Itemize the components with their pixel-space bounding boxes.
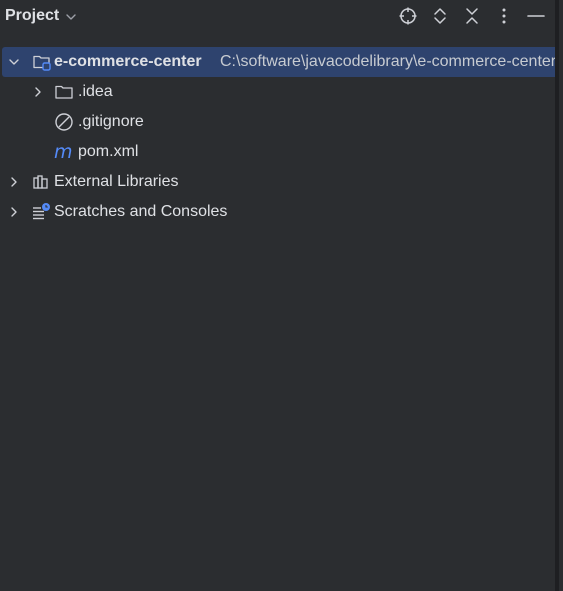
project-tree: e-commerce-center C:\software\javacodeli…: [0, 47, 559, 227]
tree-row-idea[interactable]: .idea: [0, 77, 559, 107]
locate-icon[interactable]: [397, 5, 419, 27]
more-options-icon[interactable]: [493, 5, 515, 27]
tree-row-scratches[interactable]: Scratches and Consoles: [0, 197, 559, 227]
panel-divider[interactable]: [555, 0, 559, 591]
project-tool-window: Project e-commerce-center C:\software\ja…: [0, 0, 559, 591]
tree-item-label: .gitignore: [78, 113, 144, 130]
chevron-down-icon[interactable]: [8, 56, 20, 68]
maven-icon: m: [54, 142, 74, 162]
scratches-icon: [31, 202, 51, 222]
collapse-all-icon[interactable]: [461, 5, 483, 27]
tree-item-label: .idea: [78, 83, 113, 100]
chevron-right-icon[interactable]: [8, 206, 20, 218]
chevron-right-icon[interactable]: [32, 86, 44, 98]
chevron-down-icon: [65, 10, 77, 22]
expand-all-icon[interactable]: [429, 5, 451, 27]
tree-item-label: External Libraries: [54, 173, 179, 190]
root-module-path: C:\software\javacodelibrary\e-commerce-c…: [220, 53, 557, 70]
project-view-selector[interactable]: Project: [5, 7, 77, 25]
root-module-name: e-commerce-center: [54, 53, 202, 70]
tree-row-external-libraries[interactable]: External Libraries: [0, 167, 559, 197]
tool-window-title: Project: [5, 7, 60, 24]
tree-item-label: pom.xml: [78, 143, 139, 160]
tree-row-gitignore[interactable]: .gitignore: [0, 107, 559, 137]
ignored-file-icon: [54, 112, 74, 132]
tool-window-header: Project: [0, 0, 559, 34]
module-folder-icon: [32, 52, 52, 72]
svg-text:m: m: [54, 142, 73, 162]
hide-icon[interactable]: [525, 5, 547, 27]
chevron-right-icon[interactable]: [8, 176, 20, 188]
tree-row-pom[interactable]: m pom.xml: [0, 137, 559, 167]
libraries-icon: [31, 172, 51, 192]
tree-item-label: Scratches and Consoles: [54, 203, 228, 220]
folder-icon: [54, 82, 74, 102]
header-toolbar: [397, 5, 547, 27]
tree-row-root[interactable]: e-commerce-center C:\software\javacodeli…: [2, 47, 559, 77]
